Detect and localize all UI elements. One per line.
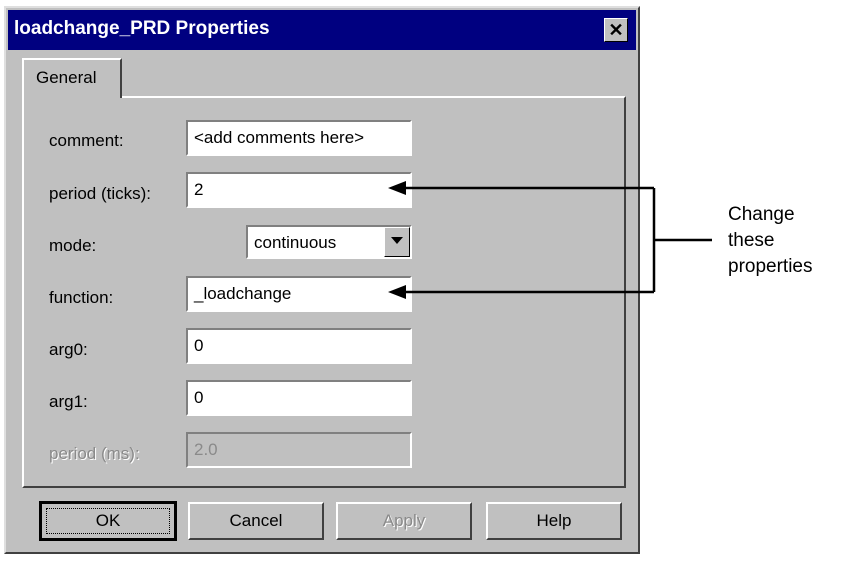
callout-arrows (388, 181, 712, 299)
callout-text: Change these properties (728, 202, 813, 280)
tab-general[interactable]: General (22, 58, 122, 98)
arrowhead-function (388, 285, 406, 299)
callout-line-1: Change (728, 204, 795, 225)
tab-general-label: General (36, 68, 97, 87)
callout-line-3: properties (728, 256, 813, 277)
arrowhead-period (388, 181, 406, 195)
callout-line-2: these (728, 230, 775, 251)
